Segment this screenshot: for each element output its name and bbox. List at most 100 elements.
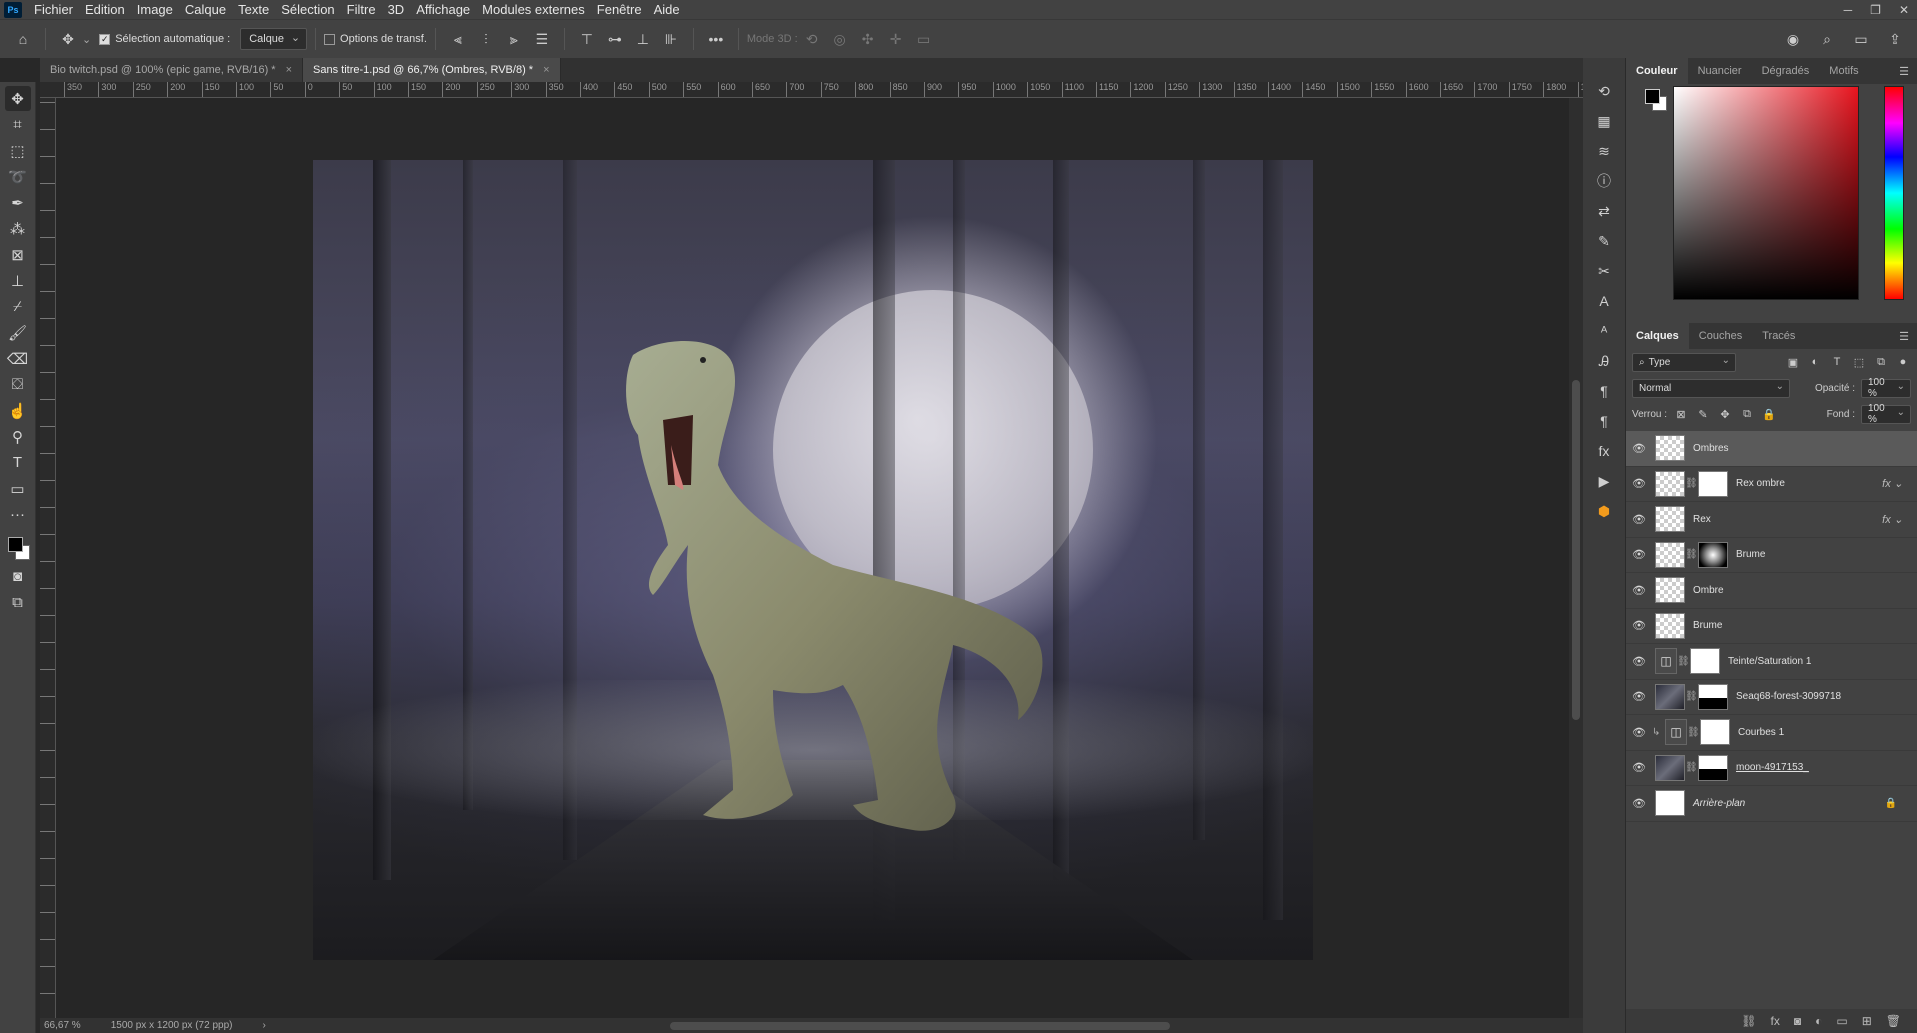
visibility-eye-icon[interactable]: 👁 bbox=[1626, 690, 1652, 703]
transform-controls-checkbox[interactable] bbox=[324, 33, 336, 45]
menu-filtre[interactable]: Filtre bbox=[341, 2, 382, 17]
panel-menu-icon[interactable]: ☰ bbox=[1899, 330, 1909, 343]
layer-thumbnail[interactable] bbox=[1655, 754, 1685, 781]
filter-type-icon[interactable]: T bbox=[1829, 356, 1845, 368]
layer-filter-dropdown[interactable]: ⌕ Type bbox=[1632, 352, 1736, 372]
plugin-icon[interactable]: ⬢ bbox=[1591, 498, 1617, 524]
workspace-icon[interactable]: ▭ bbox=[1850, 28, 1872, 50]
actions-icon[interactable]: ▦ bbox=[1591, 108, 1617, 134]
auto-select-target-dropdown[interactable]: Calque bbox=[240, 28, 308, 50]
tab-nuancier[interactable]: Nuancier bbox=[1688, 58, 1752, 84]
tool-preset-chevron-icon[interactable]: ⌄ bbox=[82, 33, 91, 46]
align-top-icon[interactable]: ⊤ bbox=[576, 28, 598, 50]
layer-row[interactable]: 👁 Ombre bbox=[1626, 573, 1917, 609]
fill-input[interactable]: 100 % bbox=[1861, 403, 1911, 425]
pen-tool-icon[interactable]: ✒ bbox=[5, 190, 31, 215]
align-center-h-icon[interactable]: ⫶ bbox=[475, 28, 497, 50]
tools-presets-icon[interactable]: ✂ bbox=[1591, 258, 1617, 284]
status-menu-arrow[interactable]: › bbox=[262, 1020, 265, 1031]
adjustment-layer-icon[interactable]: ◐ bbox=[1815, 1014, 1822, 1028]
layer-name[interactable]: Ombres bbox=[1693, 443, 1729, 454]
layer-thumbnail[interactable] bbox=[1655, 470, 1685, 497]
visibility-eye-icon[interactable]: 👁 bbox=[1626, 726, 1652, 739]
tab-calques[interactable]: Calques bbox=[1626, 323, 1689, 349]
layer-name[interactable]: Brume bbox=[1736, 549, 1765, 560]
layer-row[interactable]: 👁 Arrière-plan 🔒 bbox=[1626, 786, 1917, 822]
more-options-icon[interactable]: ••• bbox=[705, 28, 727, 50]
adjustments-icon[interactable]: ≋ bbox=[1591, 138, 1617, 164]
horizontal-scroll-thumb[interactable] bbox=[670, 1022, 1170, 1030]
layer-mask-thumbnail[interactable] bbox=[1698, 470, 1728, 497]
character-styles-icon[interactable]: ᴬ bbox=[1591, 318, 1617, 344]
paint-bucket-icon[interactable]: ⛋ bbox=[5, 372, 31, 397]
mask-link-icon[interactable]: ⛓ bbox=[1685, 478, 1698, 489]
menu-affichage[interactable]: Affichage bbox=[410, 2, 476, 17]
lasso-tool-icon[interactable]: ➰ bbox=[5, 164, 31, 189]
layer-row[interactable]: 👁 ↳ ◫ ⛓ Courbes 1 bbox=[1626, 715, 1917, 751]
paragraph-styles-icon[interactable]: ¶ bbox=[1591, 408, 1617, 434]
more-tools-icon[interactable]: ··· bbox=[5, 502, 31, 527]
menu-modules-externes[interactable]: Modules externes bbox=[476, 2, 591, 17]
dodge-tool-icon[interactable]: ⚲ bbox=[5, 424, 31, 449]
distribute-v-icon[interactable]: ⊪ bbox=[660, 28, 682, 50]
lock-all-icon[interactable]: 🔒 bbox=[1761, 408, 1777, 421]
layer-row[interactable]: 👁 ⛓ moon-4917153_ bbox=[1626, 751, 1917, 786]
menu-fen-tre[interactable]: Fenêtre bbox=[591, 2, 648, 17]
layer-effects-icon[interactable]: fx ⌄ bbox=[1882, 477, 1903, 490]
quick-mask-icon[interactable]: ◙ bbox=[5, 564, 31, 589]
new-group-icon[interactable]: ▭ bbox=[1836, 1014, 1847, 1028]
zoom-level[interactable]: 66,67 % bbox=[44, 1020, 81, 1031]
layer-name[interactable]: Seaq68-forest-3099718 bbox=[1736, 691, 1841, 702]
mask-link-icon[interactable]: ⛓ bbox=[1687, 727, 1700, 738]
tab-couches[interactable]: Couches bbox=[1689, 323, 1752, 349]
filter-pixel-icon[interactable]: ▣ bbox=[1785, 356, 1801, 369]
eraser-tool-icon[interactable]: ⌫ bbox=[5, 346, 31, 371]
layer-row[interactable]: 👁 Ombres bbox=[1626, 431, 1917, 467]
tab-couleur[interactable]: Couleur bbox=[1626, 58, 1688, 84]
visibility-eye-icon[interactable]: 👁 bbox=[1626, 477, 1652, 490]
layer-thumbnail[interactable] bbox=[1655, 506, 1685, 533]
add-style-icon[interactable]: fx bbox=[1771, 1014, 1780, 1028]
mask-link-icon[interactable]: ⛓ bbox=[1677, 656, 1690, 667]
type-tool-icon[interactable]: T bbox=[5, 450, 31, 475]
lock-position-icon[interactable]: ✥ bbox=[1717, 408, 1733, 421]
properties-icon[interactable]: ⇄ bbox=[1591, 198, 1617, 224]
filter-toggle-icon[interactable]: ● bbox=[1895, 356, 1911, 368]
layer-mask-thumbnail[interactable] bbox=[1698, 683, 1728, 710]
menu-edition[interactable]: Edition bbox=[79, 2, 131, 17]
tab-traces[interactable]: Tracés bbox=[1752, 323, 1805, 349]
frame-tool-icon[interactable]: ⊠ bbox=[5, 242, 31, 267]
shape-tool-icon[interactable]: ▭ bbox=[5, 476, 31, 501]
layer-name[interactable]: moon-4917153_ bbox=[1736, 762, 1809, 773]
distribute-icon[interactable]: ☰ bbox=[531, 28, 553, 50]
menu-calque[interactable]: Calque bbox=[179, 2, 232, 17]
filter-smart-object-icon[interactable]: ⧉ bbox=[1873, 356, 1889, 369]
brush-settings-icon[interactable]: ✎ bbox=[1591, 228, 1617, 254]
color-picker-field[interactable] bbox=[1673, 86, 1859, 300]
layer-thumbnail[interactable] bbox=[1655, 577, 1685, 604]
menu-s-lection[interactable]: Sélection bbox=[275, 2, 340, 17]
delete-layer-icon[interactable]: 🗑 bbox=[1886, 1014, 1901, 1028]
screen-mode-icon[interactable]: ⧉ bbox=[5, 590, 31, 615]
mask-link-icon[interactable]: ⛓ bbox=[1685, 549, 1698, 560]
mask-link-icon[interactable]: ⛓ bbox=[1685, 762, 1698, 773]
lock-transparent-icon[interactable]: ⊠ bbox=[1673, 408, 1689, 421]
close-window-button[interactable]: ✕ bbox=[1899, 3, 1909, 17]
layer-row[interactable]: 👁 ⛓ Rex ombre fx ⌄ bbox=[1626, 467, 1917, 502]
vertical-scroll-thumb[interactable] bbox=[1572, 380, 1580, 720]
visibility-eye-icon[interactable]: 👁 bbox=[1626, 655, 1652, 668]
new-layer-icon[interactable]: ⊞ bbox=[1862, 1014, 1872, 1028]
marquee-tool-icon[interactable]: ⬚ bbox=[5, 138, 31, 163]
layer-mask-thumbnail[interactable] bbox=[1698, 754, 1728, 781]
home-icon[interactable]: ⌂ bbox=[12, 28, 34, 50]
align-middle-v-icon[interactable]: ⊶ bbox=[604, 28, 626, 50]
minimize-button[interactable]: ─ bbox=[1844, 3, 1853, 17]
fx-icon[interactable]: fx bbox=[1591, 438, 1617, 464]
align-left-icon[interactable]: ⫷ bbox=[447, 28, 469, 50]
tab-motifs[interactable]: Motifs bbox=[1819, 58, 1868, 84]
character-icon[interactable]: A bbox=[1591, 288, 1617, 314]
layer-name[interactable]: Arrière-plan bbox=[1693, 798, 1745, 809]
layer-row[interactable]: 👁 ⛓ Seaq68-forest-3099718 bbox=[1626, 680, 1917, 715]
menu-3d[interactable]: 3D bbox=[382, 2, 411, 17]
document-canvas[interactable] bbox=[313, 160, 1313, 960]
